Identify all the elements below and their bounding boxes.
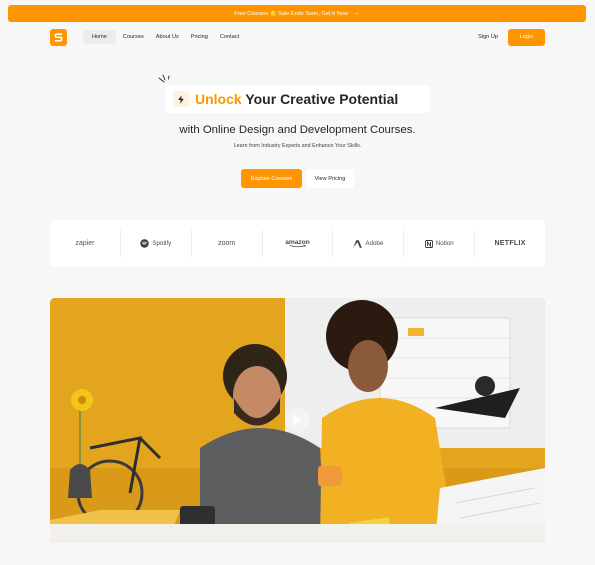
brand-notion: Notion [404, 230, 476, 257]
brand-netflix: NETFLIX [475, 230, 545, 257]
amazon-smile-icon [289, 245, 306, 248]
nav-pricing[interactable]: Pricing [186, 30, 213, 44]
notion-logo-icon [424, 239, 433, 248]
logo-icon [54, 32, 63, 42]
top-nav: Home Courses About Us Pricing Contact Si… [50, 28, 545, 46]
nav-actions: Sign Up Login [478, 28, 545, 46]
brand-zapier-name: zapier [75, 240, 95, 247]
logo[interactable] [50, 28, 67, 46]
nav-links: Home Courses About Us Pricing Contact [83, 30, 244, 44]
brand-notion-name: Notion [435, 240, 454, 247]
brand-spotify-name: Spotify [152, 240, 172, 247]
hero-title: Unlock Your Creative Potential [195, 91, 398, 107]
nav-home[interactable]: Home [83, 30, 116, 44]
explore-courses-button[interactable]: Explore Courses [241, 169, 302, 188]
play-icon [293, 415, 302, 425]
brand-zapier: zapier [50, 230, 121, 257]
hero-subtitle: with Online Design and Development Cours… [179, 124, 416, 136]
brand-adobe-name: Adobe [365, 240, 384, 247]
promo-banner[interactable]: Free Courses 🌟 Sale Ends Soon, Get It No… [8, 5, 586, 22]
brand-logos-strip: zapier Spotify zoom amazon Adobe Notion [50, 220, 545, 267]
brand-netflix-name: NETFLIX [494, 240, 526, 247]
arrow-right-icon: → [352, 10, 360, 17]
brand-adobe: Adobe [333, 230, 405, 257]
login-button[interactable]: Login [508, 28, 545, 46]
spotify-logo-icon [140, 239, 150, 248]
brand-zoom-name: zoom [218, 240, 236, 247]
nav-courses[interactable]: Courses [118, 30, 149, 44]
brand-zoom: zoom [192, 230, 263, 257]
hero-title-box: Unlock Your Creative Potential [166, 85, 430, 113]
hero-title-rest: Your Creative Potential [241, 91, 399, 107]
brand-spotify: Spotify [121, 230, 192, 257]
nav-about-us[interactable]: About Us [151, 30, 184, 44]
play-button[interactable] [285, 408, 309, 432]
view-pricing-button[interactable]: View Pricing [306, 169, 354, 188]
adobe-logo-icon [353, 239, 363, 248]
nav-contact[interactable]: Contact [215, 30, 244, 44]
promo-banner-text: Free Courses 🌟 Sale Ends Soon, Get It No… [234, 10, 348, 17]
hero-description: Learn from Industry Experts and Enhance … [233, 143, 362, 149]
sign-up-link[interactable]: Sign Up [478, 34, 498, 40]
brand-amazon: amazon [263, 230, 334, 257]
hero-title-highlight: Unlock [195, 91, 242, 107]
lightning-icon [173, 91, 189, 107]
